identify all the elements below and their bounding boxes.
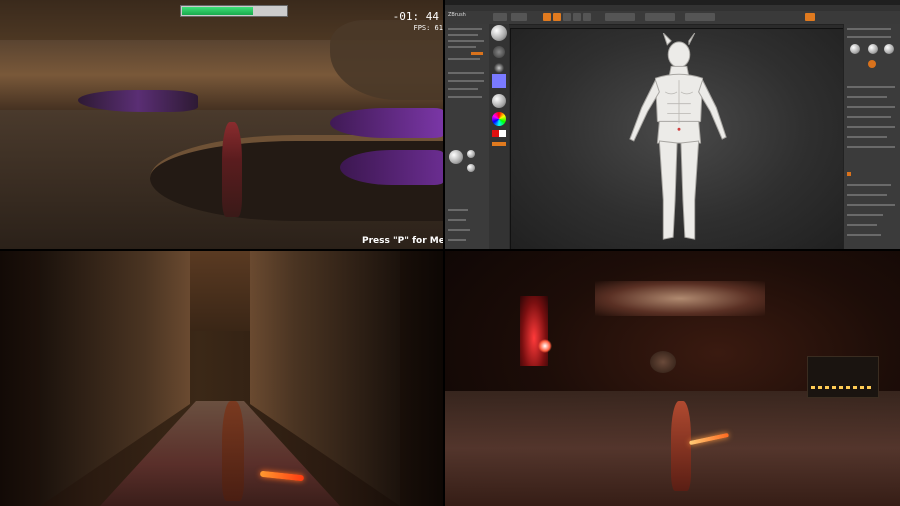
- game-viewport-corridor: [0, 251, 443, 506]
- sphere-brush-icon[interactable]: [449, 150, 463, 164]
- match-timer: -01: 44: [392, 10, 439, 23]
- sculpt-editor-window: ZBrush: [445, 0, 900, 249]
- fps-counter: FPS: 61: [413, 24, 443, 32]
- panel-item[interactable]: [448, 46, 476, 48]
- left-tool-panel[interactable]: [445, 24, 490, 249]
- player-character: [222, 122, 242, 217]
- app-name: ZBrush: [448, 12, 466, 18]
- panel-item[interactable]: [847, 28, 891, 30]
- sculpt-model: [629, 33, 727, 240]
- panel-item[interactable]: [448, 40, 484, 42]
- primary-color-swatch[interactable]: [492, 130, 499, 137]
- panel-item[interactable]: [847, 136, 887, 138]
- sphere-brush-icon[interactable]: [491, 25, 507, 41]
- panel-toggle-on[interactable]: [471, 52, 483, 55]
- alpha-icon[interactable]: [493, 62, 505, 74]
- panel-item[interactable]: [448, 58, 480, 60]
- toolbar-button-scale[interactable]: [573, 13, 581, 21]
- spaceship-right-lower: [340, 150, 443, 185]
- toolbar-draw-size-slider[interactable]: [645, 13, 675, 21]
- panel-item[interactable]: [847, 36, 891, 38]
- toolbar-button-rotate[interactable]: [583, 13, 591, 21]
- panel-item[interactable]: [847, 184, 891, 186]
- corridor-ceiling: [190, 251, 260, 331]
- panel-toggle-on[interactable]: [847, 172, 851, 176]
- toolbar-focal-slider[interactable]: [685, 13, 715, 21]
- toolbar-material-slider[interactable]: [605, 13, 635, 21]
- panel-item[interactable]: [448, 80, 484, 82]
- panel-item[interactable]: [847, 194, 887, 196]
- panel-item[interactable]: [448, 209, 468, 211]
- panel-item[interactable]: [847, 86, 895, 88]
- menu-hint: Press "P" for Menu and: [362, 236, 443, 246]
- color-picker-icon[interactable]: [492, 112, 506, 126]
- spaceship-right-upper: [330, 108, 443, 138]
- panel-item[interactable]: [847, 214, 883, 216]
- panel-item[interactable]: [847, 146, 895, 148]
- panel-item[interactable]: [847, 126, 895, 128]
- tool-thumbnail-icon[interactable]: [850, 44, 860, 54]
- panel-item[interactable]: [448, 88, 478, 90]
- stroke-icon[interactable]: [493, 46, 505, 58]
- tool-thumbnail-icon[interactable]: [884, 44, 894, 54]
- brush-thumbnail-icon[interactable]: [467, 164, 475, 172]
- player-character: [222, 401, 244, 501]
- panel-item[interactable]: [448, 28, 482, 30]
- toolbar-button-draw[interactable]: [553, 13, 561, 21]
- panel-item[interactable]: [847, 224, 877, 226]
- machine-console: [807, 356, 879, 398]
- material-icon[interactable]: [492, 94, 506, 108]
- panel-item[interactable]: [847, 96, 887, 98]
- toolbar-button-active[interactable]: [805, 13, 815, 21]
- toolbar-button-move[interactable]: [563, 13, 571, 21]
- game-viewport-dark-room: [445, 251, 900, 506]
- health-bar: [180, 5, 288, 17]
- subtool-active-icon[interactable]: [868, 60, 876, 68]
- secondary-color-swatch[interactable]: [499, 130, 506, 137]
- panel-item[interactable]: [448, 229, 470, 231]
- health-bar-fill: [182, 7, 253, 15]
- panel-item[interactable]: [448, 239, 466, 241]
- panel-item[interactable]: [448, 72, 484, 74]
- texture-icon[interactable]: [492, 74, 506, 88]
- switch-color-button[interactable]: [492, 142, 506, 146]
- panel-item[interactable]: [847, 204, 895, 206]
- red-glowing-doorway: [520, 296, 548, 366]
- right-tool-panel[interactable]: [843, 24, 900, 249]
- light-flare: [538, 339, 552, 353]
- panel-item[interactable]: [448, 34, 478, 36]
- ceiling-light: [595, 281, 765, 316]
- document-canvas[interactable]: [510, 28, 845, 249]
- panel-item[interactable]: [847, 116, 891, 118]
- brush-thumbnail-icon[interactable]: [467, 150, 475, 158]
- toolbar-button-home[interactable]: [493, 13, 507, 21]
- game-viewport-desert: -01: 44 FPS: 61 Press "P" for Menu and: [0, 0, 443, 249]
- tool-thumbnail-icon[interactable]: [868, 44, 878, 54]
- panel-item[interactable]: [448, 96, 482, 98]
- toolbar-button-edit[interactable]: [543, 13, 551, 21]
- panel-item[interactable]: [448, 219, 466, 221]
- toolbar-button-lightbox[interactable]: [511, 13, 527, 21]
- creature-enemy: [650, 351, 676, 373]
- panel-item[interactable]: [847, 234, 881, 236]
- panel-item[interactable]: [847, 106, 895, 108]
- console-lights: [811, 386, 871, 389]
- player-character: [671, 401, 691, 491]
- left-shelf: [489, 24, 509, 249]
